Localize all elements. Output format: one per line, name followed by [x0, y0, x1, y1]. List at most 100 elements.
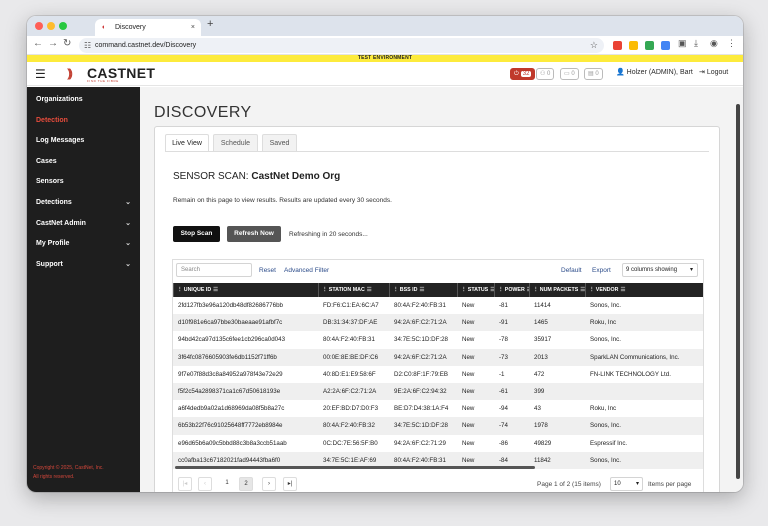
- sidebar-item-detections[interactable]: Detections ⌄: [27, 193, 140, 214]
- table-row[interactable]: d10f981e6ca97bbe30baeaae91afbf7c DB:31:34…: [173, 314, 703, 332]
- address-url: command.castnet.dev/Discovery: [95, 42, 197, 49]
- cell-vendor: FN-LINK TECHNOLOGY Ltd.: [590, 370, 671, 378]
- logout-icon: ⇥: [699, 69, 707, 76]
- extension-icon[interactable]: [629, 41, 638, 50]
- sidebar-footer: Copyright © 2025, CastNet, Inc. All righ…: [33, 464, 104, 482]
- table-row[interactable]: 3f64fc0876605903fe6db1152f71ff6b 00:0E:8E…: [173, 348, 703, 366]
- forward-arrow-icon[interactable]: →: [48, 38, 58, 49]
- table-row[interactable]: 94bd42ca97d135c6fee1cb296ca0d043 80:4A:F2…: [173, 331, 703, 348]
- tab-schedule[interactable]: Schedule: [213, 134, 258, 151]
- default-link[interactable]: Default: [561, 267, 582, 274]
- search-input[interactable]: Search: [176, 263, 252, 277]
- user-menu[interactable]: 👤 Holzer (ADMIN), Bart: [616, 68, 693, 76]
- cell-power: -1: [499, 370, 505, 378]
- export-link[interactable]: Export: [592, 267, 611, 274]
- sidebar-item-log-messages[interactable]: Log Messages: [27, 131, 140, 152]
- table-row[interactable]: 2fd127fb3e96a120db48df82686776bb FD:F6:C1…: [173, 297, 703, 314]
- hamburger-menu-icon[interactable]: ☰: [35, 67, 46, 81]
- address-bar[interactable]: ☷ command.castnet.dev/Discovery ☆: [79, 38, 604, 53]
- close-tab-icon[interactable]: ×: [191, 19, 195, 36]
- cell-num-packets: 49829: [534, 439, 552, 447]
- sidebar-item-organizations[interactable]: Organizations: [27, 90, 140, 111]
- page-2-button[interactable]: 2: [239, 477, 253, 491]
- horizontal-scrollbar[interactable]: [175, 466, 535, 469]
- cell-num-packets: 399: [534, 387, 545, 395]
- items-per-page-label: Items per page: [648, 481, 692, 488]
- cell-unique-id: 2fd127fb3e96a120db48df82686776bb: [178, 302, 283, 309]
- next-page-button[interactable]: ›: [262, 477, 276, 491]
- column-header-num-packets[interactable]: ⋮ NUM PACKETS ☰: [529, 283, 585, 297]
- app-header: ☰ ))) CASTNET FIND THE FIBRE ⏻ 32 ⚇ 0 ▭ 0…: [27, 62, 743, 86]
- column-header-vendor[interactable]: ⋮ VENDOR ☰: [585, 283, 703, 297]
- messages-badge[interactable]: ▤ 0: [584, 68, 603, 80]
- cell-bss-id: 94:2A:6F:C2:71:2A: [394, 353, 447, 361]
- minimize-window-button[interactable]: [47, 22, 55, 30]
- sidebar-item-my-profile[interactable]: My Profile ⌄: [27, 234, 140, 255]
- extension-icon[interactable]: [661, 41, 670, 50]
- last-page-button[interactable]: ▸|: [283, 477, 297, 491]
- prev-page-button[interactable]: ‹: [198, 477, 212, 491]
- cell-station-mac: A2:2A:6F:C2:71:2A: [323, 387, 377, 395]
- browser-tab-strip: ◖ Discovery × +: [27, 16, 743, 36]
- results-grid: Search Reset Advanced Filter Default Exp…: [172, 259, 704, 492]
- main-content: DISCOVERY Live View Schedule Saved SENSO…: [140, 87, 743, 492]
- table-row[interactable]: 9f7e07f88d3c8a84952a978f43e72e29 40:8D:E1…: [173, 366, 703, 383]
- cell-station-mac: FD:F6:C1:EA:6C:A7: [323, 302, 379, 309]
- page-size-select[interactable]: 10 ▾: [610, 477, 643, 491]
- chevron-down-icon: ⌄: [125, 260, 131, 268]
- browser-tab-title: Discovery: [115, 24, 146, 31]
- alerts-badge[interactable]: ⏻ 32: [510, 68, 536, 80]
- close-window-button[interactable]: [35, 22, 43, 30]
- sidebar-item-support[interactable]: Support ⌄: [27, 255, 140, 276]
- reading-list-icon[interactable]: ▣: [678, 38, 687, 49]
- site-info-icon[interactable]: ☷: [84, 38, 91, 53]
- column-header-power[interactable]: ⋮ POWER☰: [494, 283, 529, 297]
- download-icon[interactable]: ⤓: [694, 38, 698, 49]
- column-header-bss-id[interactable]: ⋮ BSS ID ☰: [389, 283, 457, 297]
- first-page-button[interactable]: |◂: [178, 477, 192, 491]
- logout-link[interactable]: ⇥ Logout: [699, 68, 728, 76]
- stop-scan-button[interactable]: Stop Scan: [173, 226, 220, 242]
- new-tab-icon[interactable]: +: [207, 18, 213, 30]
- browser-tab[interactable]: ◖ Discovery ×: [95, 19, 201, 36]
- cell-num-packets: 1978: [534, 422, 548, 430]
- refresh-now-button[interactable]: Refresh Now: [227, 226, 281, 242]
- sidebar-item-sensors[interactable]: Sensors: [27, 172, 140, 193]
- extension-icon[interactable]: [645, 41, 654, 50]
- scan-org: CastNet Demo Org: [251, 171, 341, 182]
- extension-icon[interactable]: [613, 41, 622, 50]
- cell-num-packets: 43: [534, 405, 541, 413]
- table-row[interactable]: a6f4dedb9a02a1d68969da08f5b8a27c 20:EF:BD…: [173, 400, 703, 417]
- cell-vendor: SparkLAN Communications, Inc.: [590, 353, 680, 361]
- cell-vendor: Sonos, Inc.: [590, 422, 621, 430]
- cell-station-mac: 40:8D:E1:E9:58:6F: [323, 370, 376, 378]
- bookmark-star-icon[interactable]: ☆: [590, 38, 598, 53]
- sidebar-item-castnet-admin[interactable]: CastNet Admin ⌄: [27, 214, 140, 235]
- table-row[interactable]: 6b53b22f76c91025648ff7772eb8984e 80:4A:F2…: [173, 417, 703, 435]
- cases-badge[interactable]: ⚇ 0: [536, 68, 555, 80]
- page-scrollbar[interactable]: [736, 104, 740, 479]
- advanced-filter-link[interactable]: Advanced Filter: [284, 267, 329, 274]
- columns-select[interactable]: 9 columns showing ▾: [622, 263, 698, 277]
- cell-num-packets: 35917: [534, 336, 552, 344]
- page-1-button[interactable]: 1: [220, 477, 234, 491]
- sidebar-item-cases[interactable]: Cases: [27, 152, 140, 173]
- more-menu-icon[interactable]: ⋮: [727, 38, 736, 49]
- maximize-window-button[interactable]: [59, 22, 67, 30]
- sidebar-item-detection[interactable]: Detection: [27, 111, 140, 132]
- table-row[interactable]: f5f2c54a2898371ca1c67d50618193e A2:2A:6F:…: [173, 382, 703, 401]
- sensors-badge[interactable]: ▭ 0: [560, 68, 579, 80]
- tab-saved[interactable]: Saved: [262, 134, 297, 151]
- back-arrow-icon[interactable]: ←: [33, 38, 43, 49]
- cell-status: New: [462, 336, 475, 344]
- column-header-unique-id[interactable]: ⋮ UNIQUE ID ☰: [173, 283, 318, 297]
- table-row[interactable]: e96d65b6a09c5bbd88c3b8a3ccb51aab 0C:DC:7E…: [173, 435, 703, 452]
- reset-link[interactable]: Reset: [259, 267, 276, 274]
- cell-power: -94: [499, 405, 508, 413]
- profile-icon[interactable]: ◉: [710, 38, 718, 49]
- reload-icon[interactable]: ↻: [63, 38, 71, 49]
- cell-station-mac: 0C:DC:7E:56:5F:B0: [323, 439, 378, 447]
- tab-live-view[interactable]: Live View: [165, 134, 209, 151]
- column-header-status[interactable]: ⋮ STATUS☰: [457, 283, 494, 297]
- column-header-station-mac[interactable]: ⋮ STATION MAC ☰: [318, 283, 389, 297]
